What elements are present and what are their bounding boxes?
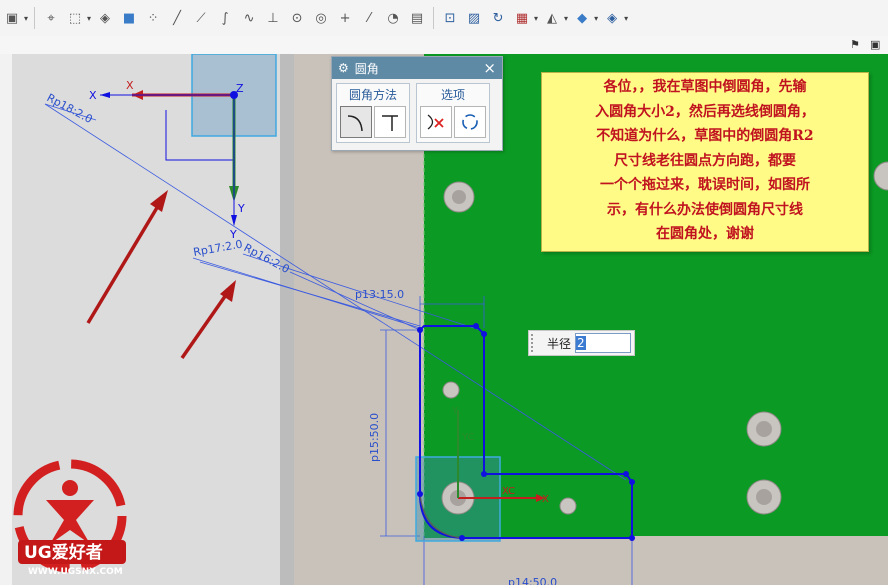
- profile-icon[interactable]: ∿: [240, 9, 258, 27]
- radius-value: 2: [576, 336, 586, 350]
- display-icon[interactable]: ◈: [603, 9, 621, 27]
- delete-curve-icon: [427, 114, 444, 130]
- dialog-titlebar[interactable]: ⚙ 圆角 ×: [332, 57, 502, 79]
- radius-label: 半径: [547, 336, 572, 351]
- rectangle-select-icon[interactable]: ⬚: [66, 9, 84, 27]
- alternate-solution-button[interactable]: [454, 106, 486, 138]
- note-line: 不知道为什么，草图中的倒圆角R2: [596, 128, 814, 144]
- untrim-fillet-icon: [382, 115, 398, 131]
- dimension-p14[interactable]: p14:50.0: [508, 576, 557, 585]
- boss-hole-inner: [452, 190, 466, 204]
- options-label: 选项: [440, 88, 465, 102]
- grid-icon[interactable]: ▤: [408, 9, 426, 27]
- note-line: 在圆角处，谢谢: [656, 226, 754, 242]
- main-toolbar: ▣ ▾ ⌖ ⬚ ▾ ◈ ■ ⁘ ╱ ⟋ ∫ ∿ ⊥ ⊙ ◎ + ⁄ ◔ ▤ ⊡ ▨ …: [0, 0, 888, 37]
- note-line: 各位，，我在草图中倒圆角，先输: [603, 79, 807, 95]
- fillet-method-label: 圆角方法: [348, 88, 397, 102]
- x-label: X: [542, 494, 549, 505]
- layout-icon[interactable]: ▦: [513, 9, 531, 27]
- fillet-dialog: ⚙ 圆角 × 圆角方法 选项: [331, 56, 503, 151]
- dimension-p13[interactable]: p13:15.0: [355, 288, 404, 301]
- image-icon[interactable]: ▨: [465, 9, 483, 27]
- spline-icon[interactable]: ∫: [216, 9, 234, 27]
- untrim-fillet-button[interactable]: [374, 106, 406, 138]
- yc-label: YC: [461, 432, 475, 443]
- scatter-icon[interactable]: ⁘: [144, 9, 162, 27]
- finish-flag-icon[interactable]: ⚑: [850, 38, 864, 52]
- note-line: 尺寸线老往圆点方向跑，都要: [614, 152, 796, 169]
- line-icon[interactable]: ⁄: [360, 9, 378, 27]
- trim-fillet-button[interactable]: [340, 106, 372, 138]
- ug-logo: UG爱好者 WWW.UGSNX.COM: [13, 459, 127, 577]
- sketch-box-icon[interactable]: ◈: [96, 9, 114, 27]
- view-icon[interactable]: ⊡: [441, 9, 459, 27]
- snap-icon[interactable]: ◔: [384, 9, 402, 27]
- alternate-solution-icon: [462, 114, 478, 130]
- y-label: Y: [451, 406, 459, 417]
- note-line: 示，有什么办法使倒圆角尺寸线: [607, 201, 803, 218]
- dropdown-icon[interactable]: ▾: [594, 14, 598, 23]
- dialog-title: 圆角: [354, 61, 379, 76]
- secondary-toolbar: ⚑ ▣: [0, 36, 888, 55]
- refresh-icon[interactable]: ↻: [489, 9, 507, 27]
- fillet-method-group: 圆角方法: [336, 83, 410, 143]
- dropdown-icon[interactable]: ▾: [534, 14, 538, 23]
- logo-brand: UG爱好者: [24, 542, 103, 563]
- delete-third-curve-button[interactable]: [420, 106, 452, 138]
- line-icon[interactable]: ╱: [168, 9, 186, 27]
- constraint-icon[interactable]: ⌖: [42, 9, 60, 27]
- small-hole: [559, 497, 577, 515]
- circle-icon[interactable]: ⊙: [288, 9, 306, 27]
- logo-url: WWW.UGSNX.COM: [28, 567, 123, 577]
- boss-hole-inner: [756, 489, 772, 505]
- dropdown-icon[interactable]: ▾: [87, 14, 91, 23]
- cube-icon[interactable]: ◆: [573, 9, 591, 27]
- window-restore-icon[interactable]: ▣: [870, 38, 884, 52]
- trim-fillet-icon: [347, 115, 363, 132]
- dropdown-icon[interactable]: ▾: [24, 14, 28, 23]
- dropdown-icon[interactable]: ▾: [564, 14, 568, 23]
- gear-icon[interactable]: ⚙: [338, 61, 349, 75]
- toolbar-separator: [433, 7, 435, 29]
- wcs-y-label: Y: [237, 202, 245, 215]
- boss-hole-inner: [756, 421, 772, 437]
- csys-x-label: X: [89, 89, 97, 102]
- cross-icon[interactable]: ⊥: [264, 9, 282, 27]
- small-hole: [442, 381, 460, 399]
- wcs-x-label: X: [126, 79, 134, 92]
- solid-box-icon[interactable]: ■: [120, 9, 138, 27]
- radius-input-box: 半径 2: [528, 330, 635, 356]
- xc-label: XC: [502, 486, 515, 497]
- line-icon[interactable]: ⟋: [192, 9, 210, 27]
- note-line: 一个个拖过来，耽误时间，如图所: [600, 177, 810, 193]
- dropdown-icon[interactable]: ▾: [624, 14, 628, 23]
- drag-handle[interactable]: [531, 334, 537, 352]
- close-button[interactable]: ×: [483, 59, 496, 77]
- plus-icon[interactable]: +: [336, 9, 354, 27]
- options-group: 选项: [416, 83, 490, 143]
- layer-icon[interactable]: ◭: [543, 9, 561, 27]
- question-note: 各位，，我在草图中倒圆角，先输 入圆角大小2，然后再选线倒圆角， 不知道为什么，…: [541, 72, 869, 252]
- divider-strip: [280, 54, 294, 585]
- dimension-p15[interactable]: p15:50.0: [368, 413, 381, 462]
- wcs-z-label: Z: [236, 82, 244, 95]
- sketch-icon[interactable]: ▣: [3, 9, 21, 27]
- toolbar-separator: [34, 7, 36, 29]
- note-line: 入圆角大小2，然后再选线倒圆角，: [595, 103, 815, 120]
- radius-input[interactable]: 2: [575, 333, 632, 353]
- circle-icon[interactable]: ◎: [312, 9, 330, 27]
